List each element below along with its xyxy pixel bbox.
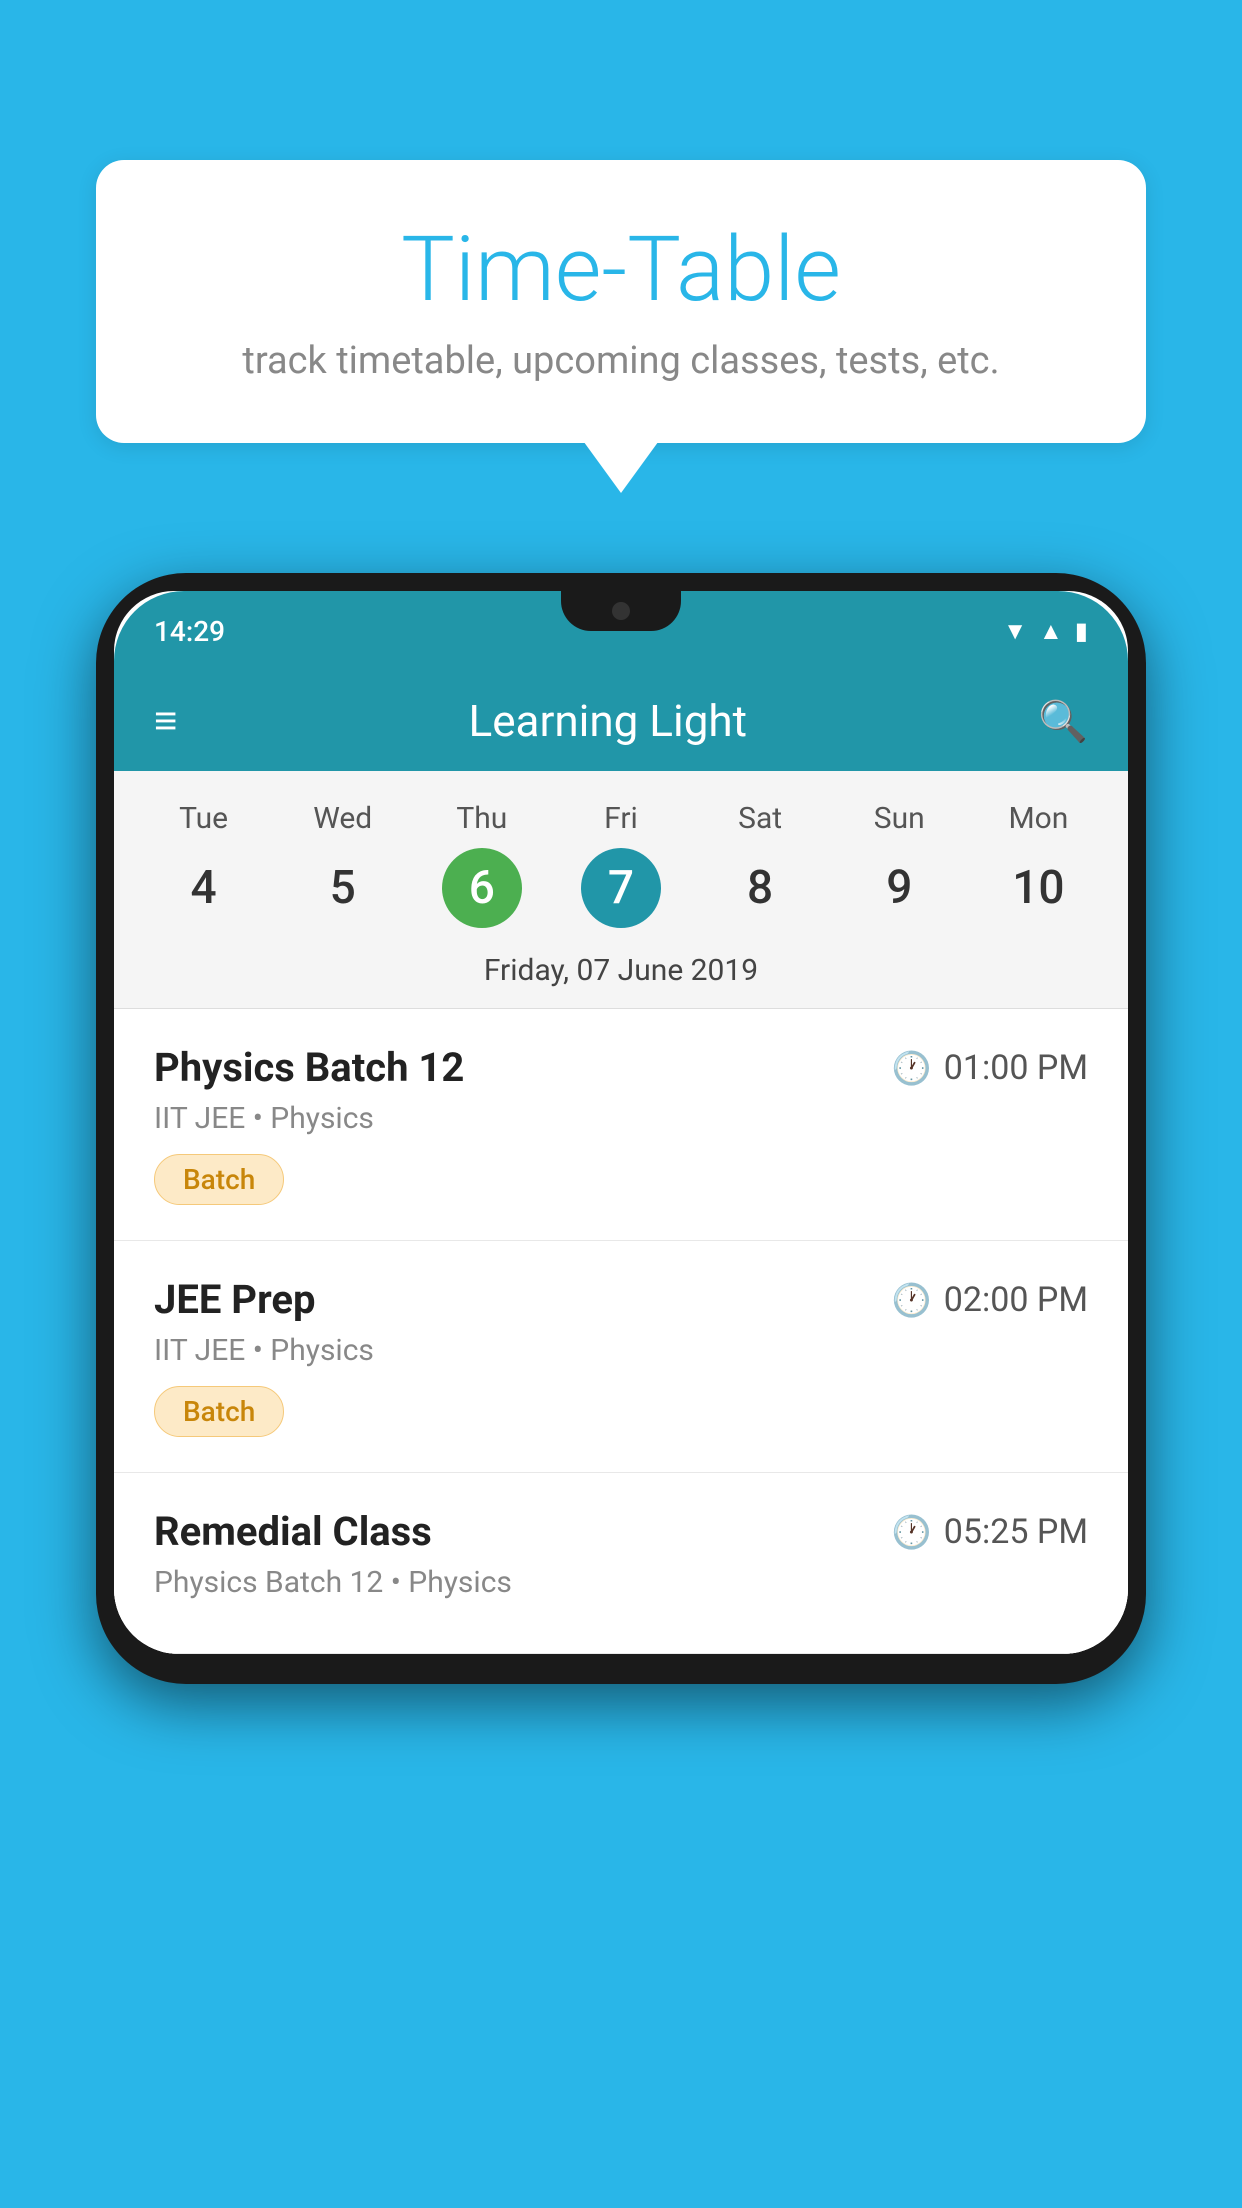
day-col-tue[interactable]: Tue 4 bbox=[139, 801, 269, 928]
batch-badge: Batch bbox=[154, 1386, 284, 1437]
schedule-item-title: JEE Prep bbox=[154, 1276, 315, 1323]
day-number[interactable]: 9 bbox=[859, 848, 939, 928]
bubble-title: Time-Table bbox=[176, 220, 1066, 319]
days-row: Tue 4 Wed 5 Thu 6 Fri 7 Sat 8 Sun 9 Mon 10 bbox=[114, 791, 1128, 938]
day-col-fri[interactable]: Fri 7 bbox=[556, 801, 686, 928]
batch-badge: Batch bbox=[154, 1154, 284, 1205]
schedule-list: Physics Batch 12 🕐01:00 PM IIT JEE • Physi… bbox=[114, 1009, 1128, 1654]
status-time: 14:29 bbox=[154, 615, 225, 648]
day-col-sat[interactable]: Sat 8 bbox=[695, 801, 825, 928]
day-name: Tue bbox=[179, 801, 228, 836]
camera bbox=[612, 602, 630, 620]
schedule-item-header: Physics Batch 12 🕐01:00 PM bbox=[154, 1044, 1088, 1091]
day-col-wed[interactable]: Wed 5 bbox=[278, 801, 408, 928]
header-section: Time-Table track timetable, upcoming cla… bbox=[0, 0, 1242, 443]
day-number[interactable]: 7 bbox=[581, 848, 661, 928]
schedule-item-subtitle: Physics Batch 12 • Physics bbox=[154, 1565, 1088, 1600]
schedule-item-time: 🕐05:25 PM bbox=[892, 1512, 1088, 1552]
status-icons: ▼ ▲ ▮ bbox=[1003, 617, 1088, 646]
day-number[interactable]: 5 bbox=[303, 848, 383, 928]
app-title: Learning Light bbox=[469, 695, 748, 747]
day-number[interactable]: 8 bbox=[720, 848, 800, 928]
schedule-item-time: 🕐01:00 PM bbox=[892, 1048, 1088, 1088]
battery-icon: ▮ bbox=[1075, 617, 1088, 645]
hamburger-menu-icon[interactable]: ≡ bbox=[154, 701, 177, 741]
schedule-item[interactable]: Remedial Class 🕐05:25 PM Physics Batch 12 … bbox=[114, 1473, 1128, 1654]
speech-bubble: Time-Table track timetable, upcoming cla… bbox=[96, 160, 1146, 443]
schedule-item-subtitle: IIT JEE • Physics bbox=[154, 1333, 1088, 1368]
status-bar: 14:29 ▼ ▲ ▮ bbox=[114, 591, 1128, 671]
schedule-item-header: Remedial Class 🕐05:25 PM bbox=[154, 1508, 1088, 1555]
schedule-item-time: 🕐02:00 PM bbox=[892, 1280, 1088, 1320]
day-col-mon[interactable]: Mon 10 bbox=[973, 801, 1103, 928]
schedule-item-title: Physics Batch 12 bbox=[154, 1044, 464, 1091]
day-name: Mon bbox=[1008, 801, 1068, 836]
clock-icon: 🕐 bbox=[892, 1513, 932, 1551]
clock-icon: 🕐 bbox=[892, 1281, 932, 1319]
schedule-item-header: JEE Prep 🕐02:00 PM bbox=[154, 1276, 1088, 1323]
notch bbox=[561, 591, 681, 631]
search-icon[interactable]: 🔍 bbox=[1038, 698, 1088, 745]
schedule-item-subtitle: IIT JEE • Physics bbox=[154, 1101, 1088, 1136]
selected-date-label: Friday, 07 June 2019 bbox=[114, 938, 1128, 1009]
day-col-thu[interactable]: Thu 6 bbox=[417, 801, 547, 928]
phone-frame: 14:29 ▼ ▲ ▮ ≡ Learning Light 🔍 bbox=[96, 573, 1146, 1684]
phone-screen: 14:29 ▼ ▲ ▮ ≡ Learning Light 🔍 bbox=[114, 591, 1128, 1654]
wifi-icon: ▼ bbox=[1003, 617, 1027, 646]
day-name: Sun bbox=[874, 801, 925, 836]
schedule-item-title: Remedial Class bbox=[154, 1508, 432, 1555]
day-name: Fri bbox=[604, 801, 638, 836]
phone-mockup: 14:29 ▼ ▲ ▮ ≡ Learning Light 🔍 bbox=[96, 573, 1146, 1684]
day-col-sun[interactable]: Sun 9 bbox=[834, 801, 964, 928]
day-name: Thu bbox=[456, 801, 507, 836]
schedule-item[interactable]: Physics Batch 12 🕐01:00 PM IIT JEE • Physi… bbox=[114, 1009, 1128, 1241]
signal-icon: ▲ bbox=[1039, 617, 1063, 646]
day-name: Sat bbox=[738, 801, 782, 836]
day-number[interactable]: 10 bbox=[998, 848, 1078, 928]
calendar-strip: Tue 4 Wed 5 Thu 6 Fri 7 Sat 8 Sun 9 Mon 10 Friday, 07… bbox=[114, 771, 1128, 1009]
day-number[interactable]: 6 bbox=[442, 848, 522, 928]
clock-icon: 🕐 bbox=[892, 1049, 932, 1087]
bubble-subtitle: track timetable, upcoming classes, tests… bbox=[176, 339, 1066, 383]
schedule-item[interactable]: JEE Prep 🕐02:00 PM IIT JEE • Physics Batch bbox=[114, 1241, 1128, 1473]
app-header: ≡ Learning Light 🔍 bbox=[114, 671, 1128, 771]
day-name: Wed bbox=[313, 801, 372, 836]
day-number[interactable]: 4 bbox=[164, 848, 244, 928]
